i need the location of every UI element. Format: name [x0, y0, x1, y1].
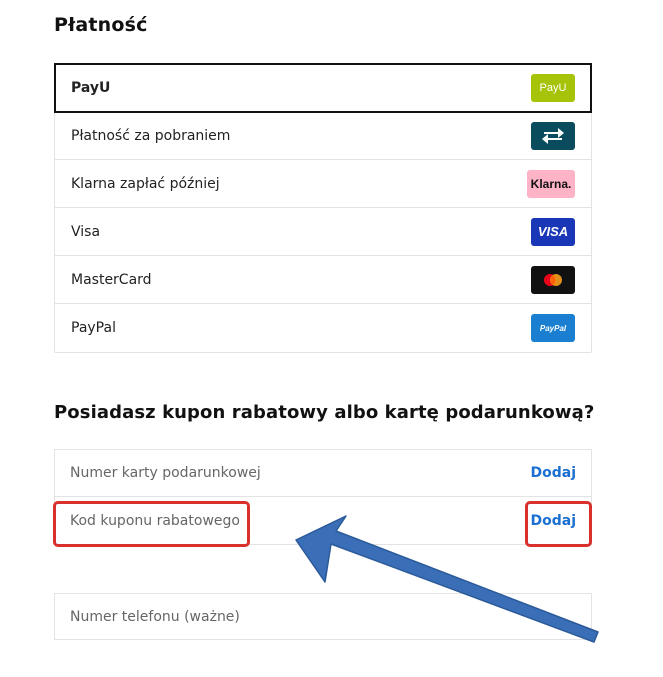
annotation-arrow-icon — [295, 515, 599, 643]
